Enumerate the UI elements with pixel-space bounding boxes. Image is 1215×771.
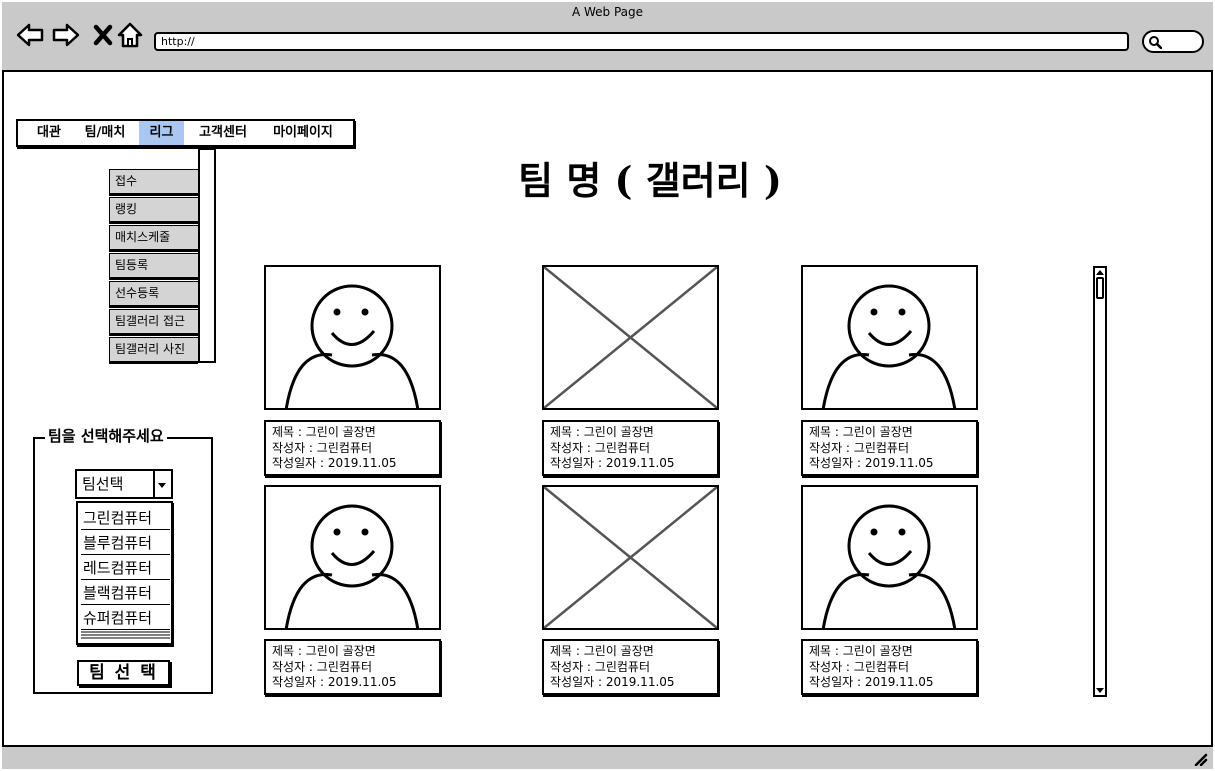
person-placeholder-icon bbox=[284, 284, 420, 408]
caption-date: 작성일자 : 2019.11.05 bbox=[550, 675, 675, 689]
scroll-down-icon[interactable] bbox=[1095, 687, 1105, 695]
gallery-caption-5: 제목 : 그린이 골장면 작성자 : 그린컴퓨터 작성일자 : 2019.11.… bbox=[542, 639, 719, 695]
caption-author: 작성자 : 그린컴퓨터 bbox=[550, 659, 650, 674]
caption-date: 작성일자 : 2019.11.05 bbox=[809, 456, 934, 470]
team-option-green[interactable]: 그린컴퓨터 bbox=[81, 506, 170, 530]
caption-title: 제목 : 그린이 골장면 bbox=[272, 644, 376, 658]
caption-author: 작성자 : 그린컴퓨터 bbox=[809, 659, 909, 674]
window-title: A Web Page bbox=[571, 5, 644, 19]
submenu-item-player-register[interactable]: 선수등록 bbox=[109, 281, 198, 306]
menu-item-league[interactable]: 리그 bbox=[139, 121, 184, 145]
chevron-down-icon bbox=[158, 483, 166, 488]
caption-author: 작성자 : 그린컴퓨터 bbox=[550, 440, 650, 455]
team-select-button[interactable]: 팀 선 택 bbox=[77, 660, 170, 686]
gallery-caption-2: 제목 : 그린이 골장면 작성자 : 그린컴퓨터 작성일자 : 2019.11.… bbox=[542, 420, 719, 476]
caption-title: 제목 : 그린이 골장면 bbox=[550, 425, 654, 439]
caption-author: 작성자 : 그린컴퓨터 bbox=[809, 440, 909, 455]
caption-title: 제목 : 그린이 골장면 bbox=[550, 644, 654, 658]
submenu-item-gallery-photos[interactable]: 팀갤러리 사진 bbox=[109, 337, 198, 362]
caption-title: 제목 : 그린이 골장면 bbox=[272, 425, 376, 439]
gallery-image-6[interactable] bbox=[801, 485, 978, 630]
person-placeholder-icon bbox=[821, 284, 957, 408]
person-placeholder-icon bbox=[821, 504, 957, 628]
gallery-caption-4: 제목 : 그린이 골장면 작성자 : 그린컴퓨터 작성일자 : 2019.11.… bbox=[264, 639, 441, 695]
search-box[interactable] bbox=[1142, 30, 1204, 53]
submenu-scrollbar[interactable] bbox=[198, 148, 216, 363]
menu-item-rental[interactable]: 대관 bbox=[30, 121, 68, 145]
page-title: 팀 명 ( 갤러리 ) bbox=[518, 158, 782, 203]
menu-item-mypage[interactable]: 마이페이지 bbox=[265, 121, 341, 145]
resize-grip-icon[interactable] bbox=[1193, 752, 1209, 766]
caption-date: 작성일자 : 2019.11.05 bbox=[550, 456, 675, 470]
image-placeholder-icon bbox=[544, 487, 717, 628]
menu-item-team-match[interactable]: 팀/매치 bbox=[78, 121, 132, 145]
person-placeholder-icon bbox=[284, 504, 420, 628]
team-combo-value: 팀선택 bbox=[82, 475, 124, 493]
home-icon[interactable] bbox=[116, 21, 144, 49]
url-input[interactable]: http:// bbox=[154, 32, 1129, 51]
main-menu-bar: 대관 팀/매치 리그 고객센터 마이페이지 bbox=[16, 119, 355, 147]
close-icon[interactable] bbox=[90, 21, 118, 49]
image-placeholder-icon bbox=[544, 267, 717, 408]
caption-title: 제목 : 그린이 골장면 bbox=[809, 425, 913, 439]
gallery-caption-1: 제목 : 그린이 골장면 작성자 : 그린컴퓨터 작성일자 : 2019.11.… bbox=[264, 420, 441, 476]
menu-item-customer-center[interactable]: 고객센터 bbox=[191, 121, 255, 145]
caption-title: 제목 : 그린이 골장면 bbox=[809, 644, 913, 658]
submenu-item-application[interactable]: 접수 bbox=[109, 169, 198, 194]
gallery-image-3[interactable] bbox=[801, 265, 978, 410]
team-select-legend: 팀을 선택해주세요 bbox=[45, 425, 167, 446]
list-more-lines bbox=[81, 631, 170, 639]
forward-arrow-icon[interactable] bbox=[52, 21, 80, 49]
scrollbar-thumb[interactable] bbox=[1096, 277, 1104, 299]
team-option-red[interactable]: 레드컴퓨터 bbox=[81, 556, 170, 580]
caption-author: 작성자 : 그린컴퓨터 bbox=[272, 659, 372, 674]
status-bar bbox=[2, 745, 1213, 769]
gallery-image-1[interactable] bbox=[264, 265, 441, 410]
gallery-image-5[interactable] bbox=[542, 485, 719, 630]
back-arrow-icon[interactable] bbox=[16, 21, 44, 49]
gallery-image-4[interactable] bbox=[264, 485, 441, 630]
scroll-up-icon[interactable] bbox=[1095, 268, 1105, 276]
search-icon bbox=[1149, 36, 1162, 49]
gallery-image-2[interactable] bbox=[542, 265, 719, 410]
gallery-caption-3: 제목 : 그린이 골장면 작성자 : 그린컴퓨터 작성일자 : 2019.11.… bbox=[801, 420, 978, 476]
team-option-black[interactable]: 블랙컴퓨터 bbox=[81, 581, 170, 605]
submenu-item-ranking[interactable]: 랭킹 bbox=[109, 197, 198, 222]
submenu-item-match-schedule[interactable]: 매치스케줄 bbox=[109, 225, 198, 250]
caption-date: 작성일자 : 2019.11.05 bbox=[272, 675, 397, 689]
caption-date: 작성일자 : 2019.11.05 bbox=[272, 456, 397, 470]
submenu-item-gallery-access[interactable]: 팀갤러리 접근 bbox=[109, 309, 198, 334]
gallery-caption-6: 제목 : 그린이 골장면 작성자 : 그린컴퓨터 작성일자 : 2019.11.… bbox=[801, 639, 978, 695]
caption-author: 작성자 : 그린컴퓨터 bbox=[272, 440, 372, 455]
team-option-super[interactable]: 슈퍼컴퓨터 bbox=[81, 606, 170, 630]
team-listbox[interactable]: 그린컴퓨터 블루컴퓨터 레드컴퓨터 블랙컴퓨터 슈퍼컴퓨터 bbox=[76, 501, 173, 645]
caption-date: 작성일자 : 2019.11.05 bbox=[809, 675, 934, 689]
combo-dropdown-button[interactable] bbox=[153, 471, 171, 497]
gallery-scrollbar[interactable] bbox=[1093, 266, 1107, 697]
team-option-blue[interactable]: 블루컴퓨터 bbox=[81, 531, 170, 555]
submenu-item-team-register[interactable]: 팀등록 bbox=[109, 253, 198, 278]
browser-toolbar: A Web Page http:// bbox=[2, 2, 1213, 72]
team-combo-box[interactable]: 팀선택 bbox=[75, 469, 173, 499]
